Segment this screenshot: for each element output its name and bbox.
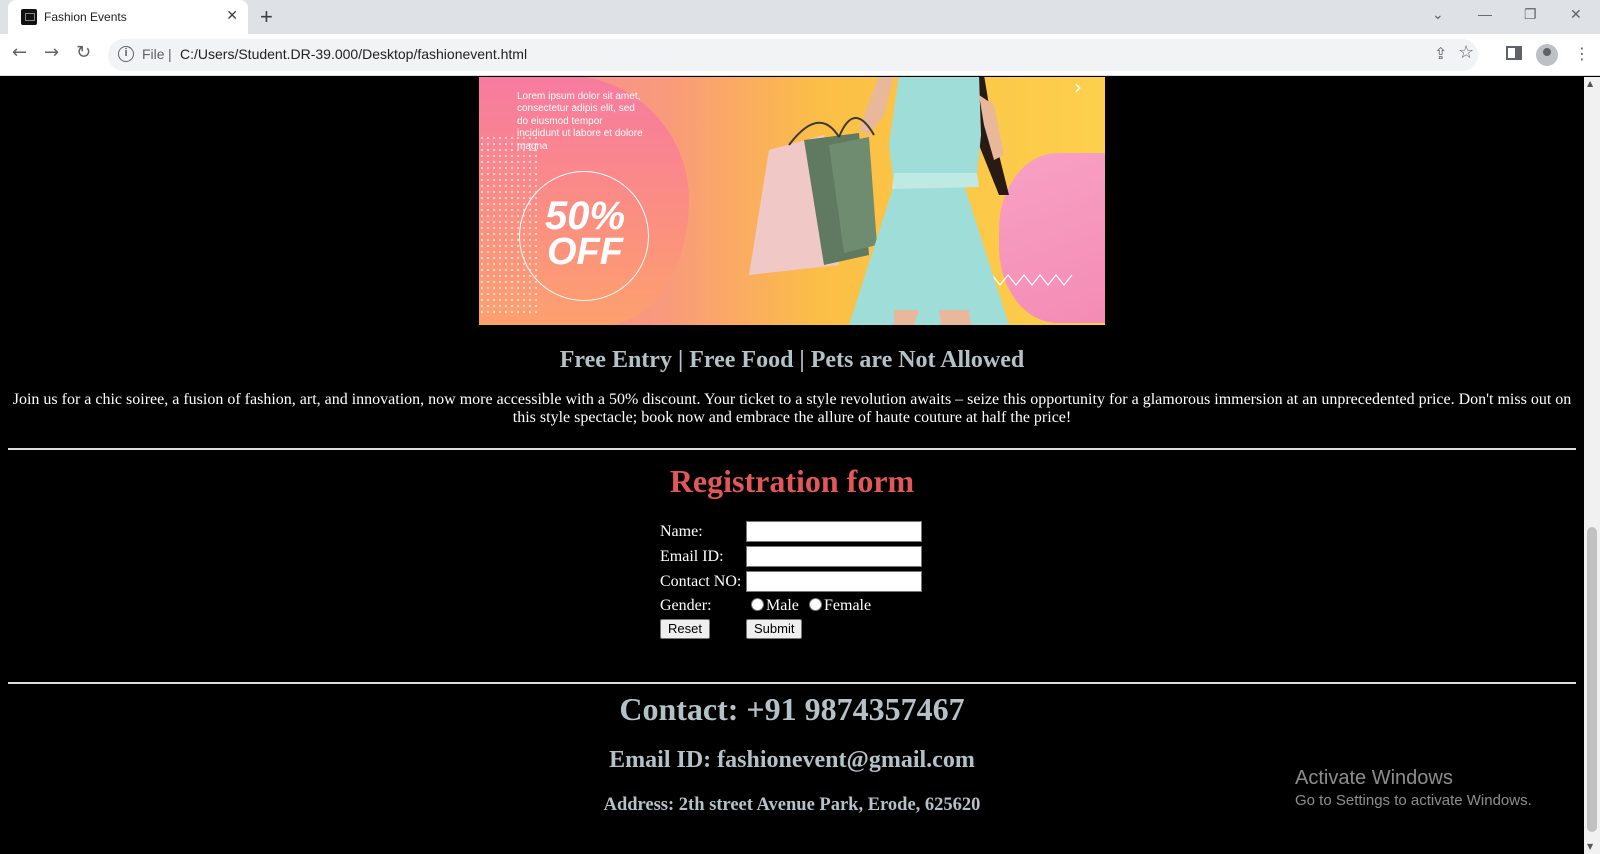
female-radio[interactable] <box>809 598 822 611</box>
name-row: Name: <box>660 521 960 543</box>
browser-toolbar: ← → ↻ i File | C:/Users/Student.DR-39.00… <box>0 34 1600 76</box>
menu-icon[interactable]: ⋮ <box>1574 44 1590 63</box>
bookmark-star-icon[interactable]: ☆ <box>1458 42 1474 63</box>
url-separator: | <box>168 46 172 62</box>
event-description: Join us for a chic soiree, a fusion of f… <box>12 391 1572 426</box>
discount-label: OFF <box>547 231 623 273</box>
scroll-up-icon[interactable]: ▲ <box>1587 79 1593 88</box>
email-row: Email ID: <box>660 546 960 568</box>
reload-icon[interactable]: ↻ <box>76 42 91 63</box>
page-viewport: Lorem ipsum dolor sit amet, consectetur … <box>0 77 1584 854</box>
contact-number: Contact: +91 9874357467 <box>619 691 965 727</box>
restore-icon[interactable]: ❐ <box>1524 6 1537 23</box>
discount-value: 50% <box>544 194 626 238</box>
url-scheme: File <box>142 46 165 62</box>
watermark-subtitle: Go to Settings to activate Windows. <box>1295 792 1532 809</box>
favicon-icon <box>21 9 37 25</box>
female-label: Female <box>824 597 872 614</box>
tab-search-icon[interactable]: ⌄ <box>1432 6 1444 23</box>
name-input[interactable] <box>746 521 922 542</box>
name-label: Name: <box>660 523 703 540</box>
url-text[interactable]: C:/Users/Student.DR-39.000/Desktop/fashi… <box>180 46 527 62</box>
gender-label: Gender: <box>660 597 712 614</box>
forward-icon[interactable]: → <box>44 42 59 63</box>
browser-tab[interactable]: Fashion Events ✕ <box>8 0 248 34</box>
back-icon[interactable]: ← <box>12 42 27 63</box>
buttons-row: Reset Submit <box>660 619 960 641</box>
new-tab-button[interactable]: + <box>260 4 273 30</box>
gender-row: Gender: Male Female <box>660 595 960 617</box>
model-with-bags-image <box>749 77 1009 325</box>
male-label: Male <box>766 597 799 614</box>
event-info-heading: Free Entry | Free Food | Pets are Not Al… <box>559 347 1025 373</box>
side-panel-icon[interactable] <box>1506 46 1522 60</box>
contact-row: Contact NO: <box>660 571 960 593</box>
email-input[interactable] <box>746 546 922 567</box>
page-scrollbar[interactable]: ▲ ▼ <box>1584 77 1600 854</box>
contact-label: Contact NO: <box>660 573 742 590</box>
browser-tabstrip: Fashion Events ✕ + ⌄ — ❐ ✕ <box>0 0 1600 34</box>
scroll-down-icon[interactable]: ▼ <box>1587 842 1593 851</box>
watermark-title: Activate Windows <box>1295 767 1453 789</box>
banner-pink-blob <box>999 153 1105 323</box>
share-icon[interactable]: ⇪ <box>1434 44 1447 64</box>
profile-avatar[interactable] <box>1536 44 1558 66</box>
minimize-icon[interactable]: — <box>1478 6 1492 22</box>
discount-badge: 50% OFF <box>519 171 649 301</box>
promo-banner: Lorem ipsum dolor sit amet, consectetur … <box>479 77 1105 325</box>
contact-input[interactable] <box>746 571 922 592</box>
activate-windows-watermark: Activate Windows Go to Settings to activ… <box>1295 767 1532 809</box>
close-window-icon[interactable]: ✕ <box>1570 6 1582 23</box>
divider-top <box>8 448 1576 450</box>
reset-button[interactable]: Reset <box>660 619 710 639</box>
submit-button[interactable]: Submit <box>746 619 803 639</box>
tab-title: Fashion Events <box>44 10 127 24</box>
chevron-right-icon: › <box>1074 77 1082 99</box>
close-tab-icon[interactable]: ✕ <box>226 7 238 24</box>
site-info-icon[interactable]: i <box>118 46 134 62</box>
address-bar[interactable]: i File | C:/Users/Student.DR-39.000/Desk… <box>108 39 1478 71</box>
banner-text: Lorem ipsum dolor sit amet, consectetur … <box>517 91 643 152</box>
registration-title: Registration form <box>669 463 915 499</box>
male-radio[interactable] <box>751 598 764 611</box>
email-label: Email ID: <box>660 548 724 565</box>
divider-bottom <box>8 682 1576 684</box>
scroll-thumb[interactable] <box>1587 527 1597 832</box>
